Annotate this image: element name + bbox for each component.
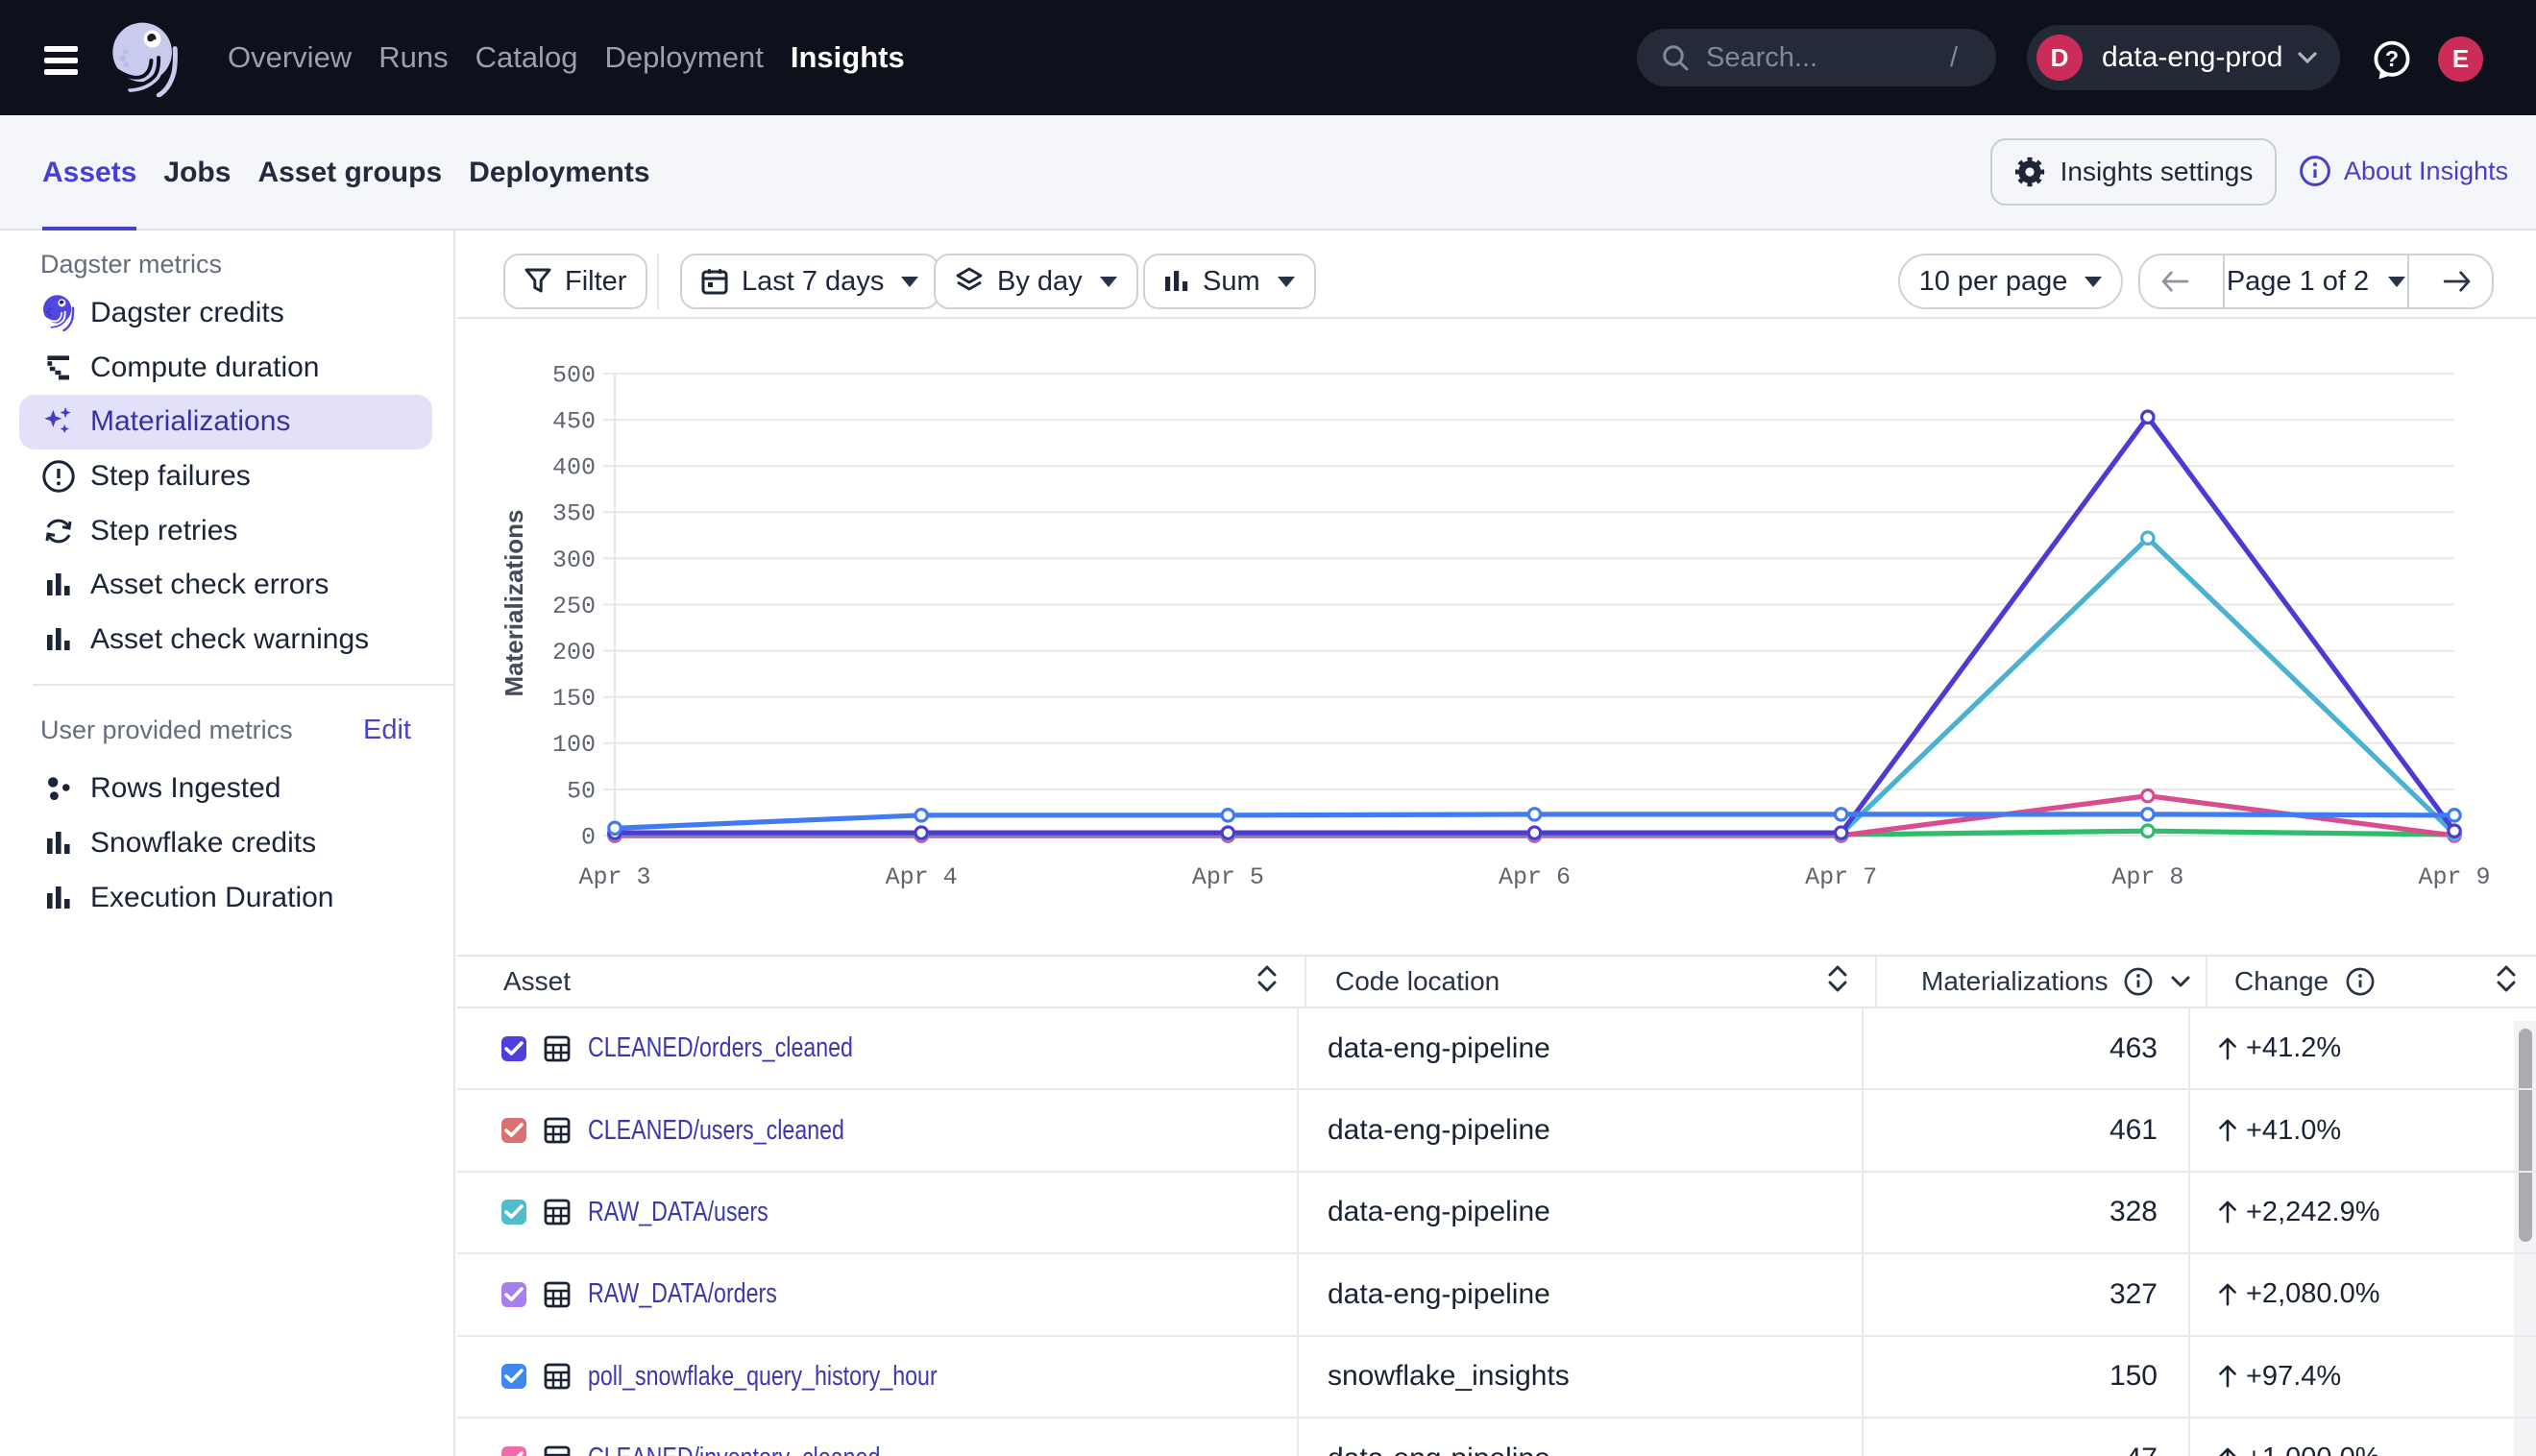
svg-text:150: 150 <box>552 685 596 713</box>
svg-text:50: 50 <box>567 777 596 805</box>
svg-text:Apr 4: Apr 4 <box>886 863 958 891</box>
svg-text:300: 300 <box>552 546 596 574</box>
svg-text:Apr 5: Apr 5 <box>1192 863 1264 891</box>
svg-text:100: 100 <box>552 731 596 759</box>
svg-text:450: 450 <box>552 408 596 436</box>
svg-text:500: 500 <box>552 361 596 389</box>
svg-text:Apr 3: Apr 3 <box>578 863 650 891</box>
svg-text:250: 250 <box>552 593 596 620</box>
svg-text:?: ? <box>2385 46 2399 71</box>
svg-text:400: 400 <box>552 454 596 482</box>
svg-text:Apr 9: Apr 9 <box>2418 863 2490 891</box>
svg-text:350: 350 <box>552 500 596 528</box>
svg-text:200: 200 <box>552 639 596 667</box>
svg-text:Apr 6: Apr 6 <box>1499 863 1571 891</box>
svg-text:Apr 8: Apr 8 <box>2111 863 2183 891</box>
svg-text:Apr 7: Apr 7 <box>1805 863 1877 891</box>
svg-text:0: 0 <box>581 823 596 851</box>
svg-text:Materializations: Materializations <box>500 509 528 696</box>
